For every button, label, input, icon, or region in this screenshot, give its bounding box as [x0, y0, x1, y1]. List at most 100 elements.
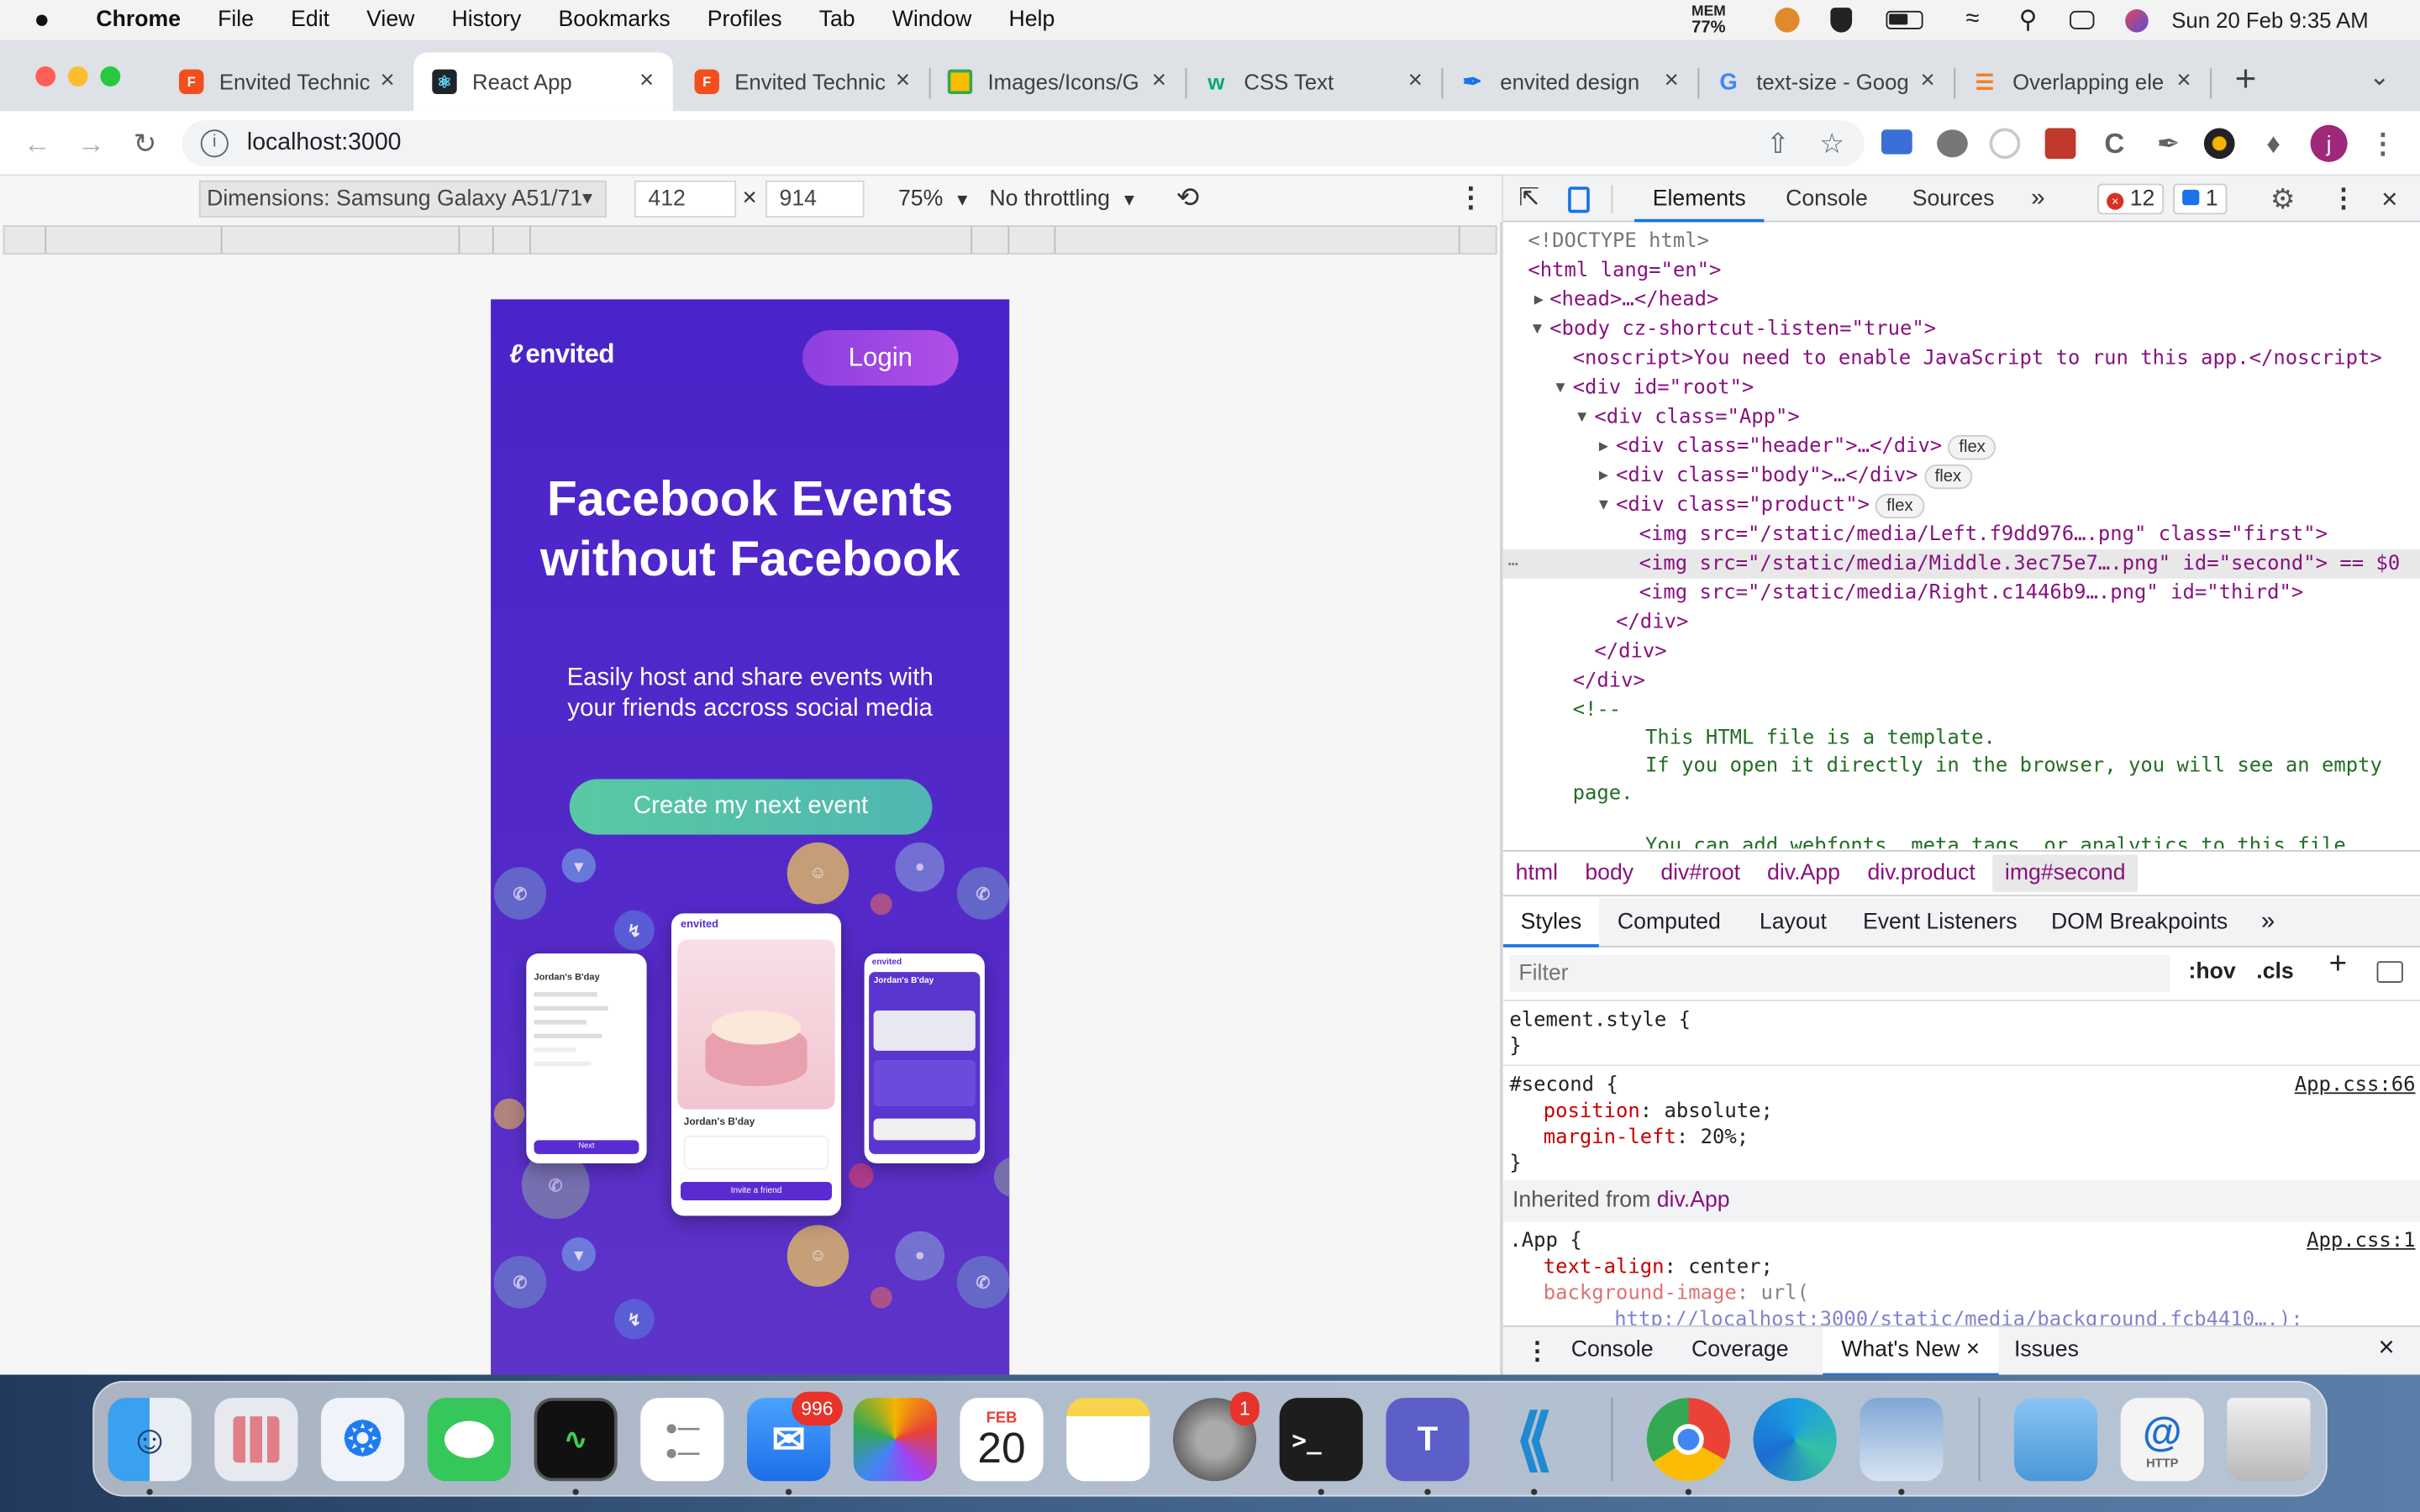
photos-icon[interactable] — [853, 1398, 937, 1482]
rule-source-link[interactable]: App.css:66 — [2295, 1073, 2416, 1099]
browser-tab[interactable]: ✒ envited design × — [1442, 52, 1698, 111]
ruler-segment[interactable] — [45, 227, 47, 254]
trash-icon[interactable] — [2227, 1398, 2311, 1482]
rule-source-link[interactable]: App.css:1 — [2307, 1228, 2415, 1254]
ruler-segment[interactable] — [1007, 227, 1010, 254]
launchpad-icon[interactable] — [214, 1398, 298, 1482]
menu-profiles[interactable]: Profiles — [689, 8, 801, 32]
finder-icon[interactable]: ☺ — [108, 1398, 192, 1482]
menu-tab[interactable]: Tab — [801, 8, 874, 32]
devtools-settings-gear-icon[interactable]: ⚙ — [2270, 176, 2296, 222]
ruler-segment[interactable] — [1054, 227, 1056, 254]
extensions-puzzle-icon[interactable]: ♦ — [2256, 127, 2290, 160]
drawer-tab-coverage[interactable]: Coverage — [1691, 1327, 1788, 1375]
shield-icon[interactable] — [1826, 0, 1857, 40]
dom-node[interactable]: <body cz-shortcut-listen="true"> — [1549, 315, 1936, 344]
device-height-input[interactable]: 914 — [765, 180, 865, 218]
dom-node[interactable]: <noscript>You need to enable JavaScript … — [1573, 344, 2382, 374]
rule-selector[interactable]: .App { — [1509, 1228, 1581, 1254]
safari-icon[interactable]: ❂ — [321, 1398, 405, 1482]
siri-icon[interactable] — [2121, 0, 2152, 40]
menu-bookmarks[interactable]: Bookmarks — [539, 8, 688, 32]
control-center-icon[interactable] — [2066, 0, 2097, 40]
chrome-menu-icon[interactable]: ⋮ — [2366, 127, 2400, 160]
site-info-icon[interactable]: i — [200, 129, 229, 158]
breadcrumb-item-selected[interactable]: img#second — [1992, 854, 2139, 892]
element-style-selector[interactable]: element.style { — [1509, 1007, 1691, 1033]
extension-puzzle-red-icon[interactable] — [2044, 128, 2076, 160]
tab-close-icon[interactable]: × — [373, 68, 401, 96]
flex-badge[interactable]: flex — [1948, 434, 1996, 460]
new-tab-icon[interactable]: + — [2235, 59, 2257, 102]
hover-state-toggle[interactable]: :hov — [2188, 959, 2235, 985]
messages-icon[interactable] — [427, 1398, 511, 1482]
reload-icon[interactable]: ↻ — [128, 127, 161, 160]
dom-node[interactable]: <img src="/static/media/Left.f9dd976….pn… — [1639, 520, 2328, 549]
dom-node[interactable]: </div> — [1616, 608, 1688, 638]
drawer-close-icon[interactable]: × — [2378, 1331, 2394, 1364]
teams-icon[interactable]: T — [1386, 1398, 1470, 1482]
tab-sources[interactable]: Sources — [1912, 176, 1995, 222]
drawer-tab-console[interactable]: Console — [1571, 1327, 1654, 1375]
dom-node[interactable]: </div> — [1573, 666, 1645, 696]
rule-selector[interactable]: #second { — [1509, 1073, 1618, 1099]
ruler-segment[interactable] — [458, 227, 460, 254]
drawer-tab-close-icon[interactable]: × — [1966, 1336, 1980, 1362]
inherited-from-link[interactable]: div.App — [1657, 1188, 1730, 1212]
extension-tab-icon[interactable] — [1881, 129, 1912, 155]
collapse-triangle-icon[interactable]: ▼ — [1533, 315, 1542, 344]
browser-tab[interactable]: F Envited Technic × — [160, 52, 413, 111]
browser-tab[interactable]: ☰ Overlapping ele × — [1954, 52, 2210, 111]
tab-close-icon[interactable]: × — [2170, 68, 2197, 96]
memory-status[interactable]: MEM 77% — [1691, 0, 1726, 40]
share-icon[interactable]: ⇧ — [1761, 127, 1795, 160]
create-event-button[interactable]: Create my next event — [569, 779, 933, 835]
dom-node-row[interactable]: <div class="product"> flex — [1616, 491, 1924, 520]
more-tabs-icon[interactable]: » — [2031, 176, 2044, 222]
collapse-triangle-icon[interactable]: ▼ — [1599, 491, 1608, 520]
terminal-icon[interactable]: >_ — [1279, 1398, 1363, 1482]
wifi-icon[interactable]: ≈ — [1955, 0, 1989, 40]
calendar-icon[interactable]: FEB 20 — [960, 1398, 1044, 1482]
menubar-clock[interactable]: Sun 20 Feb 9:35 AM — [2171, 0, 2368, 40]
edge-icon[interactable] — [1753, 1398, 1837, 1482]
address-bar[interactable]: i localhost:3000 — [182, 120, 1865, 167]
class-toggle[interactable]: .cls — [2256, 959, 2293, 985]
http-file-icon[interactable]: @ HTTP — [2120, 1398, 2204, 1482]
notes-icon[interactable] — [1066, 1398, 1150, 1482]
zoom-select[interactable]: 75% ▼ — [898, 186, 971, 211]
dom-node[interactable]: </div> — [1594, 638, 1666, 667]
subtab-event-listeners[interactable]: Event Listeners — [1863, 898, 2018, 948]
login-button[interactable]: Login — [802, 330, 959, 386]
extension-circle-icon[interactable] — [1989, 128, 2021, 160]
dom-node[interactable]: <head>…</head> — [1549, 286, 1718, 315]
device-toggle-icon[interactable] — [1568, 186, 1590, 213]
subtab-layout[interactable]: Layout — [1760, 898, 1827, 948]
collapse-triangle-icon[interactable]: ▼ — [1577, 402, 1586, 432]
device-more-icon[interactable]: ⋮ — [1457, 182, 1485, 215]
tab-search-chevron-icon[interactable]: ⌄ — [2369, 61, 2390, 92]
battery-icon[interactable] — [1883, 0, 1926, 40]
media-query-ruler[interactable] — [3, 225, 1497, 255]
throttling-select[interactable]: No throttling ▼ — [989, 186, 1138, 211]
styles-filter-input[interactable] — [1509, 954, 2170, 993]
breadcrumb-item[interactable]: div.product — [1867, 852, 1975, 895]
inspect-element-icon[interactable]: ⇱ — [1518, 176, 1539, 222]
spotlight-search-icon[interactable]: ⚲ — [2012, 0, 2044, 40]
forward-icon[interactable]: → — [74, 127, 108, 160]
preview-icon[interactable] — [1860, 1398, 1944, 1482]
envited-logo[interactable]: ℓ envited — [509, 339, 614, 370]
expand-triangle-icon[interactable]: ▶ — [1534, 286, 1544, 315]
drawer-tab-issues[interactable]: Issues — [2014, 1327, 2079, 1375]
background-url-link[interactable]: http://localhost:3000/static/media/backg… — [1614, 1307, 2302, 1326]
device-width-input[interactable]: 412 — [634, 180, 737, 218]
subtab-styles[interactable]: Styles — [1502, 897, 1599, 948]
bookmark-star-icon[interactable]: ☆ — [1815, 127, 1849, 160]
dom-node[interactable]: <html lang="en"> — [1528, 256, 1721, 286]
flex-badge[interactable]: flex — [1923, 464, 1972, 490]
browser-tab[interactable]: Images/Icons/G × — [929, 52, 1186, 111]
tab-close-icon[interactable]: × — [1658, 68, 1686, 96]
row-more-icon[interactable]: ⋯ — [1507, 549, 1518, 579]
dom-comment[interactable]: <!-- — [1573, 696, 1622, 725]
window-close-button[interactable] — [35, 66, 56, 87]
